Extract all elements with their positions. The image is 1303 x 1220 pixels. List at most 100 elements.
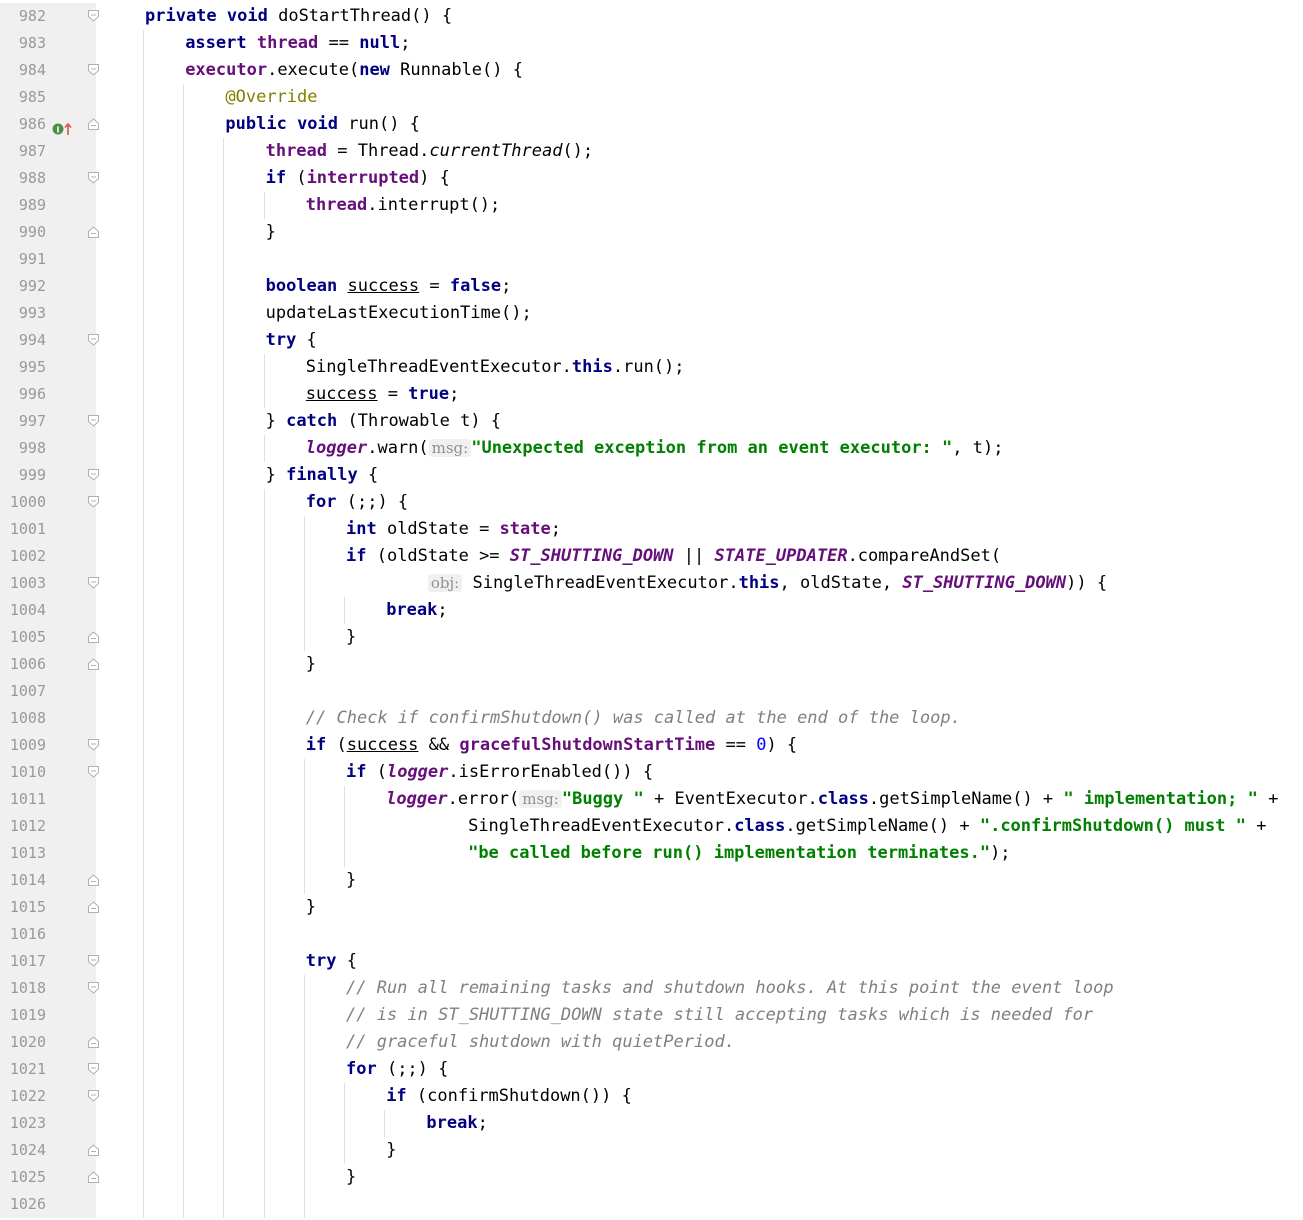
- fold-open-icon[interactable]: [88, 64, 99, 76]
- code-line[interactable]: 982 private void doStartThread() {: [0, 3, 1303, 30]
- code-text[interactable]: }: [102, 1164, 356, 1191]
- fold-open-icon[interactable]: [88, 172, 99, 184]
- code-line[interactable]: 1017 try {: [0, 948, 1303, 975]
- code-line[interactable]: 1005}: [0, 624, 1303, 651]
- code-line[interactable]: 1000 for (;;) {: [0, 489, 1303, 516]
- code-text[interactable]: SingleThreadEventExecutor.class.getSimpl…: [102, 813, 1266, 840]
- code-line[interactable]: 1004 break;: [0, 597, 1303, 624]
- fold-end-icon[interactable]: [88, 901, 99, 913]
- code-text[interactable]: thread = Thread.currentThread();: [102, 138, 594, 165]
- code-text[interactable]: // is in ST_SHUTTING_DOWN state still ac…: [102, 1002, 1093, 1029]
- code-text[interactable]: private void doStartThread() {: [102, 3, 452, 30]
- fold-open-icon[interactable]: [88, 982, 99, 994]
- fold-end-icon[interactable]: [88, 118, 99, 130]
- code-line[interactable]: 985 @Override: [0, 84, 1303, 111]
- code-text[interactable]: updateLastExecutionTime();: [102, 300, 532, 327]
- code-line[interactable]: 998 logger.warn(msg: "Unexpected exception…: [0, 435, 1303, 462]
- code-text[interactable]: for (;;) {: [102, 489, 408, 516]
- code-line[interactable]: 1024}: [0, 1137, 1303, 1164]
- fold-open-icon[interactable]: [88, 415, 99, 427]
- code-text[interactable]: if (logger.isErrorEnabled()) {: [102, 759, 653, 786]
- code-line[interactable]: 986 Ipublic void run() {: [0, 111, 1303, 138]
- fold-end-icon[interactable]: [88, 1171, 99, 1183]
- fold-end-icon[interactable]: [88, 658, 99, 670]
- code-line[interactable]: 1025}: [0, 1164, 1303, 1191]
- code-text[interactable]: thread.interrupt();: [102, 192, 500, 219]
- code-line[interactable]: 1003 obj: SingleThreadEventExecutor.this…: [0, 570, 1303, 597]
- code-line[interactable]: 993 updateLastExecutionTime();: [0, 300, 1303, 327]
- fold-open-icon[interactable]: [88, 1090, 99, 1102]
- code-line[interactable]: 994 try {: [0, 327, 1303, 354]
- code-line[interactable]: 997} catch (Throwable t) {: [0, 408, 1303, 435]
- fold-open-icon[interactable]: [88, 496, 99, 508]
- code-text[interactable]: SingleThreadEventExecutor.this.run();: [102, 354, 685, 381]
- code-line[interactable]: 984 executor.execute(new Runnable() {: [0, 57, 1303, 84]
- code-line[interactable]: 1022 if (confirmShutdown()) {: [0, 1083, 1303, 1110]
- code-line[interactable]: 1001 int oldState = state;: [0, 516, 1303, 543]
- code-text[interactable]: int oldState = state;: [102, 516, 561, 543]
- code-text[interactable]: try {: [102, 327, 317, 354]
- fold-open-icon[interactable]: [88, 766, 99, 778]
- code-line[interactable]: 1019 // is in ST_SHUTTING_DOWN state stil…: [0, 1002, 1303, 1029]
- code-line[interactable]: 989 thread.interrupt();: [0, 192, 1303, 219]
- code-text[interactable]: try {: [102, 948, 357, 975]
- code-text[interactable]: public void run() {: [102, 111, 420, 138]
- code-line[interactable]: 987 thread = Thread.currentThread();: [0, 138, 1303, 165]
- code-text[interactable]: break;: [102, 597, 447, 624]
- code-text[interactable]: logger.warn(msg: "Unexpected exception fr…: [102, 435, 1004, 462]
- code-line[interactable]: 1012 SingleThreadEventExecutor.class.get…: [0, 813, 1303, 840]
- code-text[interactable]: if (oldState >= ST_SHUTTING_DOWN || STAT…: [102, 543, 1001, 570]
- code-line[interactable]: 1009 if (success && gracefulShutdownStart…: [0, 732, 1303, 759]
- fold-open-icon[interactable]: [88, 10, 99, 22]
- code-line[interactable]: 1016: [0, 921, 1303, 948]
- code-text[interactable]: success = true;: [102, 381, 460, 408]
- code-line[interactable]: 1015}: [0, 894, 1303, 921]
- code-text[interactable]: }: [102, 651, 316, 678]
- code-text[interactable]: logger.error(msg: "Buggy " + EventExecuto…: [102, 786, 1278, 813]
- code-text[interactable]: if (success && gracefulShutdownStartTime…: [102, 732, 797, 759]
- code-text[interactable]: for (;;) {: [102, 1056, 448, 1083]
- fold-open-icon[interactable]: [88, 955, 99, 967]
- fold-open-icon[interactable]: [88, 739, 99, 751]
- code-text[interactable]: boolean success = false;: [102, 273, 512, 300]
- code-text[interactable]: } finally {: [102, 462, 379, 489]
- code-text[interactable]: }: [102, 219, 276, 246]
- code-text[interactable]: assert thread == null;: [102, 30, 410, 57]
- fold-open-icon[interactable]: [88, 469, 99, 481]
- code-text[interactable]: } catch (Throwable t) {: [102, 408, 501, 435]
- fold-end-icon[interactable]: [88, 1036, 99, 1048]
- fold-end-icon[interactable]: [88, 226, 99, 238]
- code-line[interactable]: 1002 if (oldState >= ST_SHUTTING_DOWN || …: [0, 543, 1303, 570]
- code-text[interactable]: }: [102, 894, 316, 921]
- code-text[interactable]: // graceful shutdown with quietPeriod.: [102, 1029, 735, 1056]
- code-text[interactable]: // Check if confirmShutdown() was called…: [102, 705, 961, 732]
- fold-end-icon[interactable]: [88, 1144, 99, 1156]
- code-line[interactable]: 1014}: [0, 867, 1303, 894]
- code-text[interactable]: }: [102, 867, 356, 894]
- fold-open-icon[interactable]: [88, 334, 99, 346]
- code-line[interactable]: 1021 for (;;) {: [0, 1056, 1303, 1083]
- code-line[interactable]: 1013 "be called before run() implementat…: [0, 840, 1303, 867]
- code-text[interactable]: break;: [102, 1110, 487, 1137]
- code-text[interactable]: @Override: [102, 84, 317, 111]
- fold-open-icon[interactable]: [88, 577, 99, 589]
- code-line[interactable]: 1006}: [0, 651, 1303, 678]
- code-line[interactable]: 999} finally {: [0, 462, 1303, 489]
- code-text[interactable]: // Run all remaining tasks and shutdown …: [102, 975, 1114, 1002]
- code-line[interactable]: 991: [0, 246, 1303, 273]
- code-line[interactable]: 983 assert thread == null;: [0, 30, 1303, 57]
- code-line[interactable]: 1026: [0, 1191, 1303, 1218]
- code-text[interactable]: }: [102, 624, 356, 651]
- code-line[interactable]: 992 boolean success = false;: [0, 273, 1303, 300]
- code-line[interactable]: 1018 // Run all remaining tasks and shutd…: [0, 975, 1303, 1002]
- code-editor[interactable]: 982 private void doStartThread() {983 asse…: [0, 3, 1303, 1218]
- code-line[interactable]: 1010 if (logger.isErrorEnabled()) {: [0, 759, 1303, 786]
- code-line[interactable]: 1023 break;: [0, 1110, 1303, 1137]
- code-text[interactable]: if (interrupted) {: [102, 165, 450, 192]
- code-line[interactable]: 996 success = true;: [0, 381, 1303, 408]
- code-text[interactable]: obj: SingleThreadEventExecutor.this, old…: [102, 570, 1107, 597]
- code-text[interactable]: }: [102, 1137, 396, 1164]
- fold-end-icon[interactable]: [88, 631, 99, 643]
- code-line[interactable]: 1020 // graceful shutdown with quietPerio…: [0, 1029, 1303, 1056]
- code-line[interactable]: 1007: [0, 678, 1303, 705]
